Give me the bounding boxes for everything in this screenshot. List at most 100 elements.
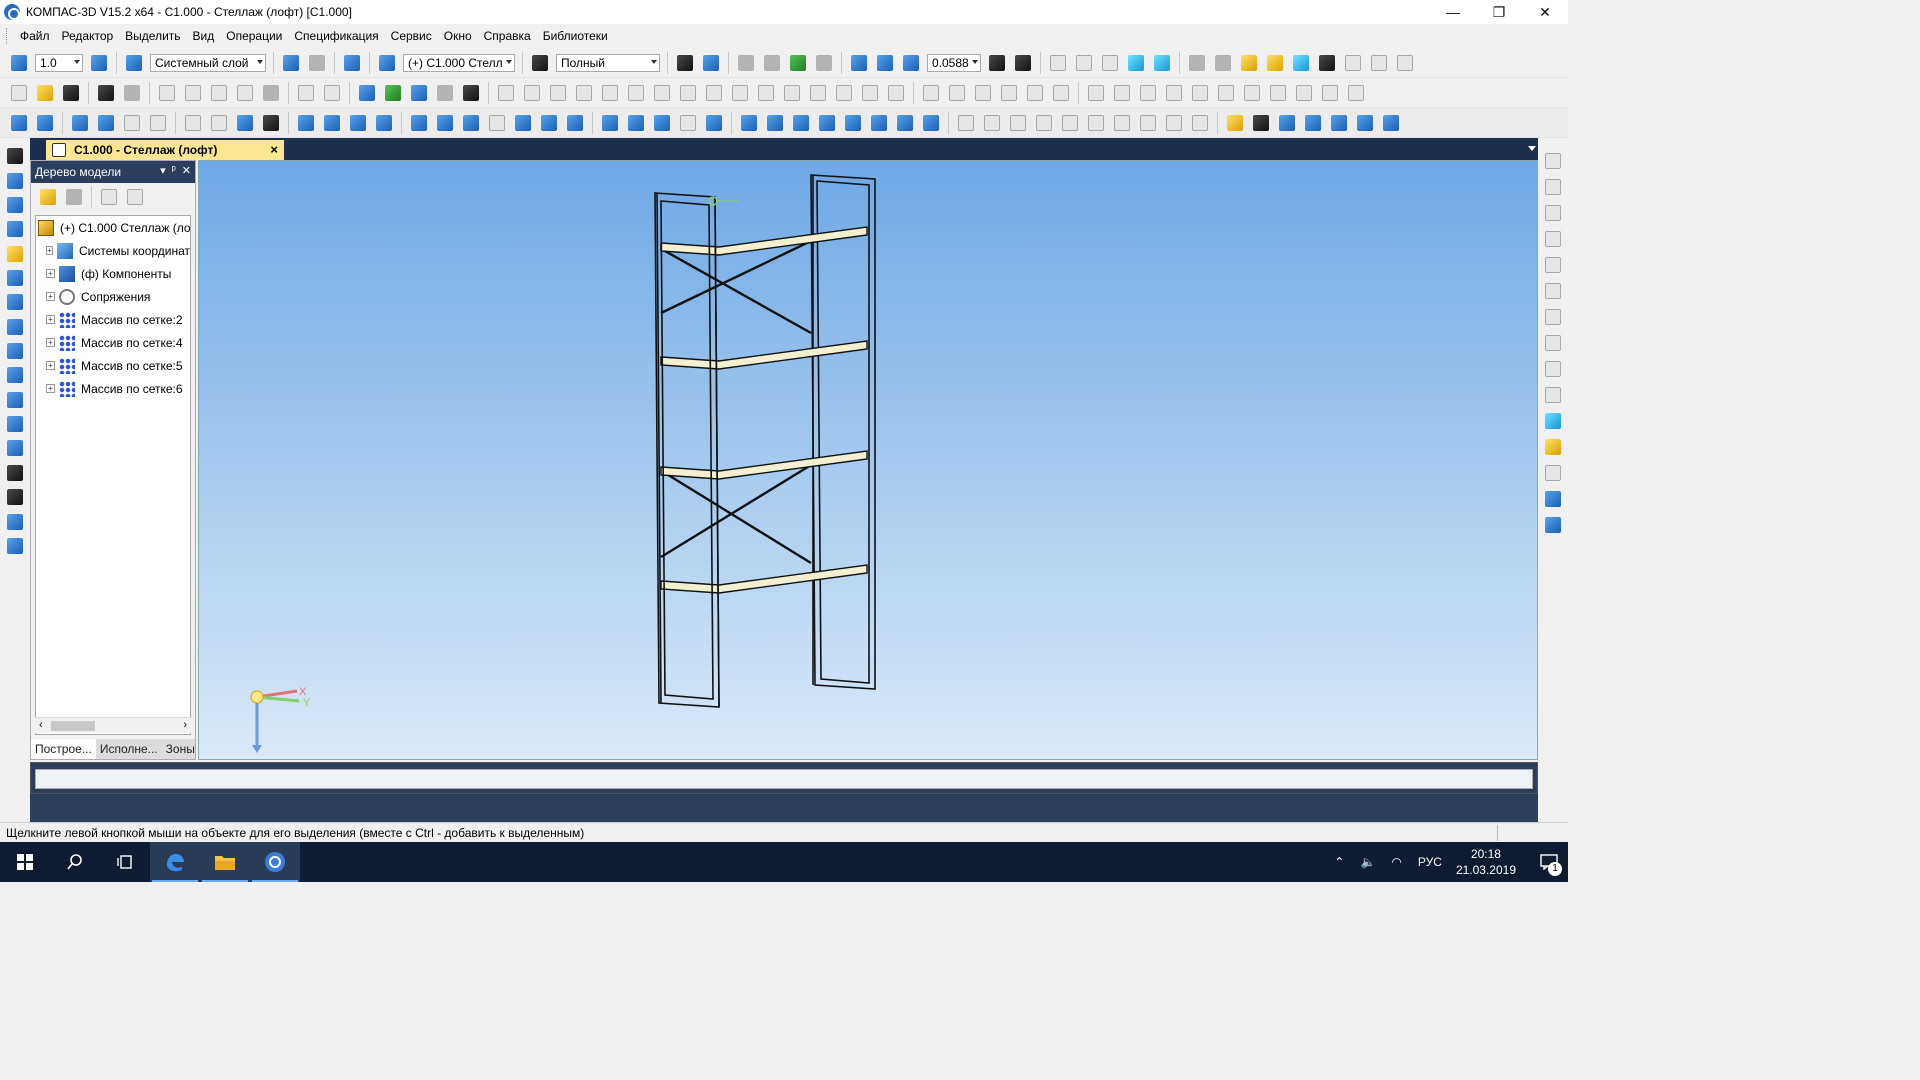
print-icon[interactable] <box>95 82 117 104</box>
shell-icon[interactable] <box>486 112 508 134</box>
profile-angle-icon[interactable] <box>1542 150 1564 172</box>
copy-icon[interactable] <box>182 82 204 104</box>
zoom-combo[interactable]: 0.0588 <box>927 53 981 72</box>
mirror-body-icon[interactable] <box>599 112 621 134</box>
tool-icon[interactable] <box>1302 112 1324 134</box>
task-view-button[interactable] <box>100 842 150 882</box>
taskbar-edge[interactable] <box>150 842 200 882</box>
profile-c-icon[interactable] <box>1542 228 1564 250</box>
menu-select[interactable]: Выделить <box>119 29 186 43</box>
sheet-metal-icon[interactable] <box>4 365 26 385</box>
menu-specification[interactable]: Спецификация <box>288 29 384 43</box>
part-combo[interactable]: (+) С1.000 Стелл <box>403 53 515 72</box>
report-icon[interactable] <box>1111 112 1133 134</box>
view-mode-combo[interactable]: Полный <box>556 53 660 72</box>
taskbar-explorer[interactable] <box>200 842 250 882</box>
zoom-window-icon[interactable] <box>848 52 870 74</box>
weld-icon[interactable] <box>4 511 26 531</box>
diagnose-icon[interactable] <box>4 414 26 434</box>
dimension-icon[interactable] <box>813 52 835 74</box>
open-library-icon[interactable] <box>1224 112 1246 134</box>
text-icon[interactable] <box>1250 112 1272 134</box>
menu-window[interactable]: Окно <box>438 29 478 43</box>
zoom-fit-icon[interactable] <box>874 52 896 74</box>
scroll-thumb[interactable] <box>51 721 95 731</box>
shaded-edges-icon[interactable] <box>1151 52 1173 74</box>
pattern-circular-icon[interactable] <box>651 112 673 134</box>
tree-node-grid-array-2[interactable]: + Массив по сетке:2 <box>36 308 190 331</box>
collision-icon[interactable] <box>182 112 204 134</box>
tab-list-icon[interactable] <box>1528 146 1536 151</box>
edit-sketch-icon[interactable] <box>306 52 328 74</box>
open-icon[interactable] <box>34 82 56 104</box>
section2-icon[interactable] <box>1007 112 1029 134</box>
plane-icon[interactable] <box>700 52 722 74</box>
tree-node-grid-array-5[interactable]: + Массив по сетке:5 <box>36 354 190 377</box>
profile-t-icon[interactable] <box>1542 254 1564 276</box>
tree-properties-icon[interactable] <box>98 186 120 208</box>
rotate-icon[interactable] <box>986 52 1008 74</box>
tray-overflow-icon[interactable]: ⌃ <box>1334 855 1344 869</box>
geometry-icon[interactable] <box>4 170 26 190</box>
help-icon[interactable] <box>1380 112 1402 134</box>
taskbar-kompas[interactable] <box>250 842 300 882</box>
node-icon[interactable] <box>1542 462 1564 484</box>
menu-help[interactable]: Справка <box>478 29 537 43</box>
axis-icon[interactable] <box>920 112 942 134</box>
tab-build[interactable]: Построе... <box>31 739 96 759</box>
properties-icon[interactable] <box>1264 52 1286 74</box>
layer-combo[interactable]: Системный слой <box>150 53 266 72</box>
plane-offset-icon[interactable] <box>764 112 786 134</box>
plane-three-points-icon[interactable] <box>816 112 838 134</box>
save-icon[interactable] <box>60 82 82 104</box>
mass-icon[interactable] <box>1189 112 1211 134</box>
new-document-icon[interactable] <box>8 82 30 104</box>
scroll-left-icon[interactable]: ‹ <box>39 719 43 731</box>
spec-icon[interactable] <box>4 292 26 312</box>
paste-icon[interactable] <box>208 82 230 104</box>
wireframe-icon[interactable] <box>1047 52 1069 74</box>
step-cursor-icon[interactable] <box>8 52 30 74</box>
action-center-button[interactable]: 1 <box>1530 842 1568 882</box>
question-icon[interactable] <box>4 536 26 556</box>
macro-icon[interactable] <box>735 52 757 74</box>
start-button[interactable] <box>0 842 50 882</box>
expand-icon[interactable]: + <box>46 338 55 347</box>
move-component-icon[interactable] <box>121 112 143 134</box>
filter-icon[interactable] <box>1186 52 1208 74</box>
view-mode-icon[interactable] <box>529 52 551 74</box>
dimensions-left-icon[interactable] <box>4 341 26 361</box>
context-help-icon[interactable] <box>460 82 482 104</box>
orientation-icon[interactable] <box>341 52 363 74</box>
query-icon[interactable] <box>4 438 26 458</box>
plane-normal-icon[interactable] <box>842 112 864 134</box>
insert-component-icon[interactable] <box>34 112 56 134</box>
scroll-right-icon[interactable]: › <box>183 719 187 731</box>
expand-icon[interactable]: + <box>46 292 55 301</box>
measure-icon[interactable] <box>1290 52 1312 74</box>
tools-icon[interactable] <box>1354 112 1376 134</box>
measure-left-icon[interactable] <box>4 390 26 410</box>
array-icon[interactable] <box>234 112 256 134</box>
assembly-icon[interactable] <box>8 112 30 134</box>
gusset-icon[interactable] <box>1542 436 1564 458</box>
lock-icon[interactable] <box>677 112 699 134</box>
plate-icon[interactable] <box>1542 410 1564 432</box>
menu-file[interactable]: Файл <box>14 29 56 43</box>
rotate-component-icon[interactable] <box>147 112 169 134</box>
copy-left-icon[interactable] <box>4 463 26 483</box>
network-icon[interactable]: ◠ <box>1391 855 1401 869</box>
properties-field[interactable] <box>35 769 1533 789</box>
export-icon[interactable] <box>1137 112 1159 134</box>
menu-operations[interactable]: Операции <box>220 29 288 43</box>
tree-menu-icon[interactable]: ▾ <box>160 164 166 177</box>
fix-component-icon[interactable] <box>208 112 230 134</box>
profile-ibeam-icon[interactable] <box>1542 202 1564 224</box>
select-frame-icon[interactable] <box>1238 52 1260 74</box>
tree-sort-icon[interactable] <box>63 186 85 208</box>
attach-icon[interactable] <box>1085 112 1107 134</box>
profile-square-icon[interactable] <box>1542 306 1564 328</box>
library-icon[interactable] <box>787 52 809 74</box>
select-pointer-icon[interactable] <box>4 146 26 166</box>
snap-icon[interactable] <box>88 52 110 74</box>
